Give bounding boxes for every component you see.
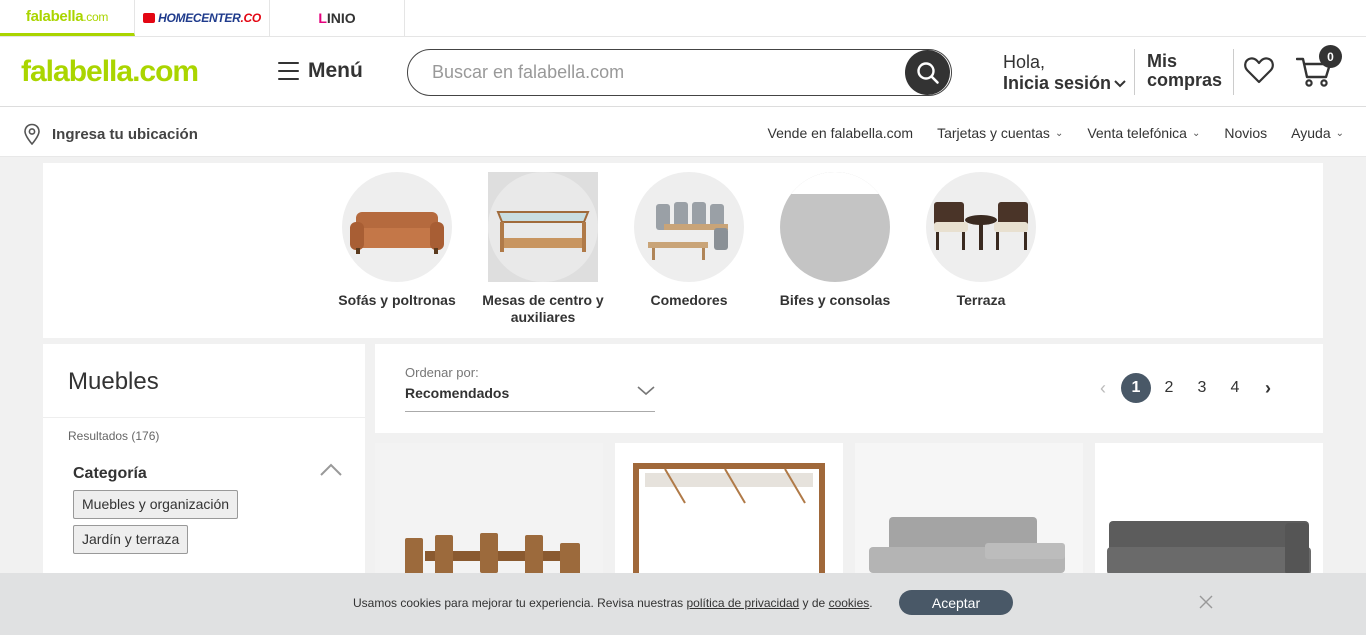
- page-1-button[interactable]: 1: [1121, 373, 1151, 403]
- main-header: falabella.com Menú Hola, Inicia sesión M…: [0, 37, 1366, 107]
- search-button[interactable]: [905, 50, 950, 95]
- account-menu[interactable]: Hola, Inicia sesión: [1003, 52, 1126, 94]
- category-label: Comedores: [650, 292, 728, 308]
- location-label: Ingresa tu ubicación: [52, 125, 198, 143]
- brand-falabella-suffix: .com: [83, 9, 109, 24]
- sort-underline: [405, 411, 655, 412]
- cookie-text: Usamos cookies para mejorar tu experienc…: [353, 596, 687, 610]
- sort-select[interactable]: Recomendados: [405, 385, 509, 401]
- page-4-button[interactable]: 4: [1220, 373, 1250, 403]
- menu-label: Menú: [308, 59, 363, 82]
- nav-label: Tarjetas y cuentas: [937, 125, 1050, 141]
- nav-label: Vende en falabella.com: [767, 125, 914, 141]
- brand-tab-linio[interactable]: L INIO: [270, 0, 405, 36]
- category-label: Mesas de centro y auxiliares: [482, 292, 604, 325]
- cookie-text: .: [869, 596, 873, 610]
- page-2-button[interactable]: 2: [1154, 373, 1184, 403]
- sofa-image: [342, 172, 452, 282]
- location-pin-icon: [24, 123, 40, 145]
- page-3-button[interactable]: 3: [1187, 373, 1217, 403]
- cookie-message: Usamos cookies para mejorar tu experienc…: [353, 596, 873, 610]
- search-icon: [916, 61, 939, 84]
- prev-page-button[interactable]: ‹: [1088, 373, 1118, 403]
- sort-bar: Ordenar por: Recomendados ‹ 1 2 3 4 ›: [375, 344, 1323, 433]
- brand-strip: falabella .com HOMECENTER .CO L INIO: [0, 0, 1366, 37]
- brand-tab-homecenter[interactable]: HOMECENTER .CO: [135, 0, 270, 36]
- coffee-table-image: [488, 172, 598, 282]
- nav-cards-accounts[interactable]: Tarjetas y cuentas ⌄: [937, 125, 1063, 141]
- chevron-down-icon: ⌄: [1335, 127, 1344, 139]
- cart-count-badge: 0: [1319, 45, 1342, 68]
- cookie-text: y de: [799, 596, 829, 610]
- menu-button[interactable]: Menú: [278, 59, 363, 83]
- nav-novios[interactable]: Novios: [1224, 125, 1267, 141]
- chevron-down-icon: ⌄: [1191, 127, 1201, 139]
- homecenter-logo-icon: [143, 13, 156, 23]
- category-label: Terraza: [956, 292, 1006, 308]
- nav-help[interactable]: Ayuda ⌄: [1291, 125, 1344, 141]
- page-title: Muebles: [68, 368, 159, 395]
- next-page-button[interactable]: ›: [1253, 373, 1283, 403]
- chevron-down-icon[interactable]: [637, 386, 655, 396]
- linio-logo-letter: L: [318, 10, 327, 26]
- header-divider: [1233, 49, 1234, 95]
- accept-cookies-button[interactable]: Aceptar: [899, 590, 1013, 615]
- brand-falabella-name: falabella: [25, 8, 84, 25]
- nav-sell-on-falabella[interactable]: Vende en falabella.com: [768, 125, 914, 141]
- top-navigation: Vende en falabella.com Tarjetas y cuenta…: [744, 125, 1344, 141]
- logo-text: falabella: [21, 55, 133, 88]
- nav-label: Ayuda: [1291, 125, 1331, 141]
- brand-linio-name: INIO: [326, 10, 356, 26]
- chevron-down-icon: [1114, 79, 1126, 87]
- logo-suffix: .com: [132, 55, 199, 88]
- category-filter-heading: Categoría: [73, 465, 147, 482]
- category-label: Sofás y poltronas: [338, 292, 456, 308]
- category-terrace[interactable]: Terraza: [916, 172, 1046, 309]
- login-link: Inicia sesión: [1003, 73, 1112, 93]
- brand-homecenter-suffix: .CO: [240, 11, 261, 25]
- divider: [43, 417, 365, 418]
- header-divider: [1134, 49, 1135, 95]
- search-box: [407, 49, 952, 96]
- pagination: ‹ 1 2 3 4 ›: [1085, 373, 1283, 403]
- category-carousel: Sofás y poltronas Mesas de centro y auxi…: [43, 163, 1323, 338]
- falabella-logo[interactable]: falabella.com: [21, 55, 199, 89]
- category-dining[interactable]: Comedores: [624, 172, 754, 309]
- hamburger-icon: [278, 62, 299, 80]
- nav-label: Venta telefónica: [1087, 125, 1187, 141]
- sort-label: Ordenar por:: [405, 365, 479, 380]
- brand-tab-falabella[interactable]: falabella .com: [0, 0, 135, 36]
- results-count: Resultados (176): [68, 429, 160, 443]
- cookie-banner: Usamos cookies para mejorar tu experienc…: [0, 573, 1366, 635]
- purchases-line2: compras: [1147, 70, 1223, 90]
- filter-chip-muebles-organizacion[interactable]: Muebles y organización: [73, 490, 239, 519]
- dining-set-image: [634, 172, 744, 282]
- category-coffee-tables[interactable]: Mesas de centro y auxiliares: [478, 172, 608, 326]
- nav-phone-sales[interactable]: Venta telefónica ⌄: [1087, 125, 1200, 141]
- chevron-down-icon: ⌄: [1054, 127, 1064, 139]
- cookies-link[interactable]: cookies: [829, 596, 870, 610]
- chevron-up-icon[interactable]: [319, 463, 343, 477]
- purchases-line1: Mis: [1147, 51, 1178, 71]
- search-input[interactable]: [432, 62, 892, 83]
- account-greeting: Hola,: [1003, 52, 1046, 72]
- category-sideboards[interactable]: Bifes y consolas: [770, 172, 900, 309]
- filter-chip-jardin-terraza[interactable]: Jardín y terraza: [73, 525, 189, 554]
- sideboard-image-placeholder: [780, 172, 890, 282]
- location-bar: Ingresa tu ubicación Vende en falabella.…: [0, 107, 1366, 157]
- my-purchases-link[interactable]: Mis compras: [1147, 52, 1222, 90]
- wishlist-heart-icon[interactable]: [1244, 56, 1274, 84]
- brand-homecenter-name: HOMECENTER: [158, 11, 241, 25]
- close-icon[interactable]: [1198, 594, 1214, 610]
- category-label: Bifes y consolas: [779, 292, 891, 308]
- nav-label: Novios: [1224, 125, 1268, 141]
- privacy-policy-link[interactable]: política de privacidad: [686, 596, 799, 610]
- location-selector[interactable]: Ingresa tu ubicación: [23, 123, 198, 145]
- terrace-set-image: [926, 172, 1036, 282]
- category-sofas[interactable]: Sofás y poltronas: [332, 172, 462, 309]
